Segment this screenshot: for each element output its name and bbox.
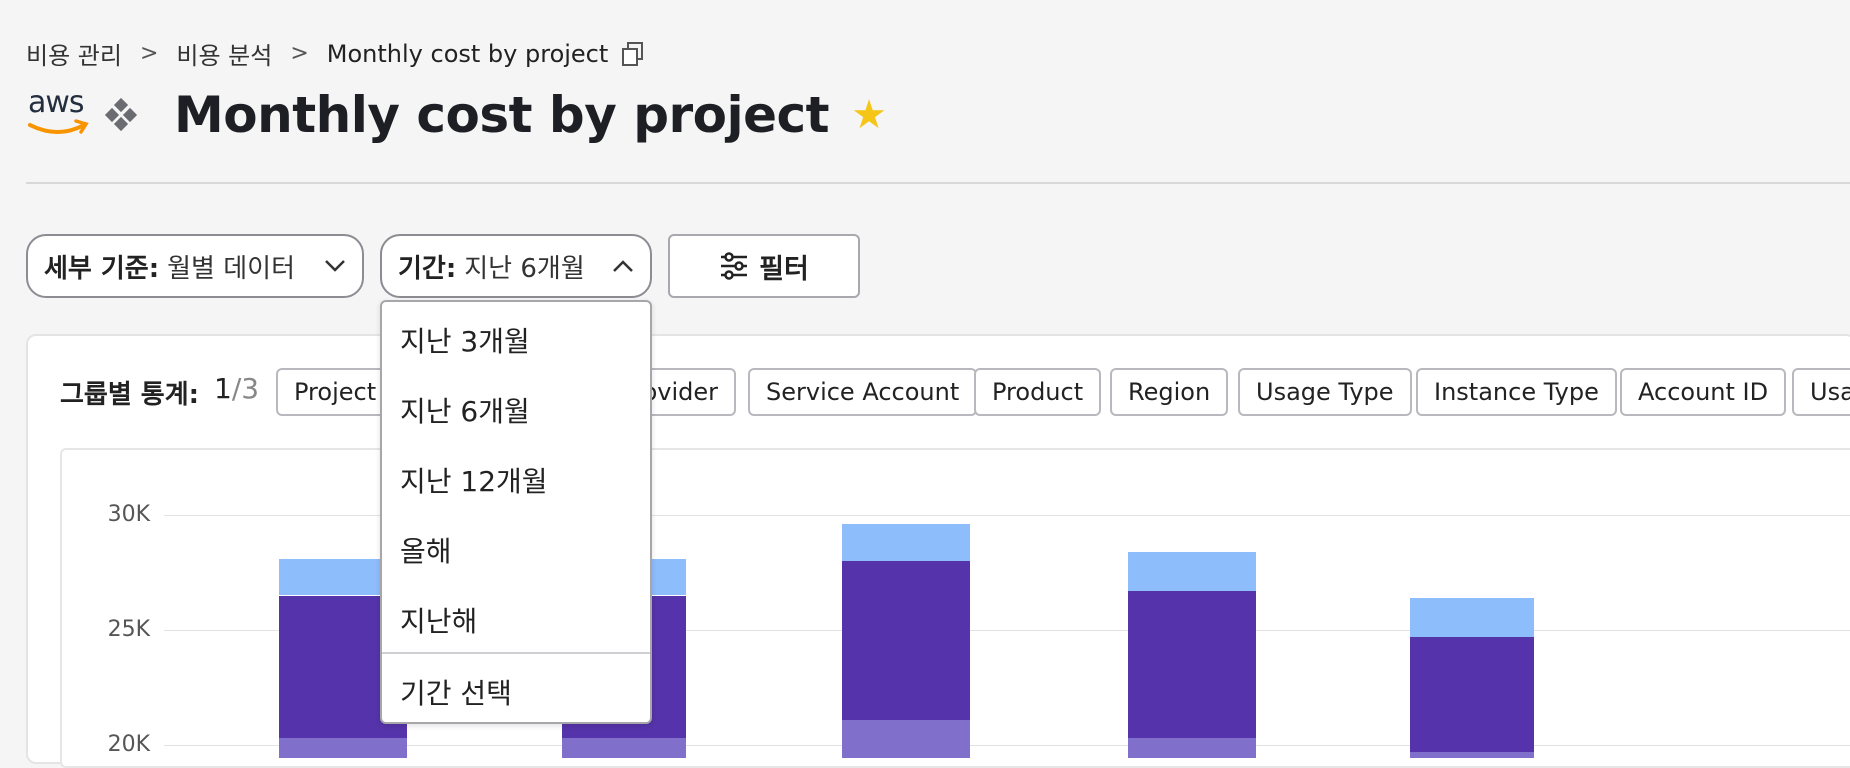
bar-segment[interactable]	[842, 524, 970, 561]
period-option-last-year[interactable]: 지난해	[400, 600, 477, 640]
header-divider	[26, 182, 1850, 184]
bar-segment[interactable]	[1128, 551, 1256, 591]
filter-button[interactable]: 필터	[668, 234, 860, 298]
bar-segment[interactable]	[1410, 597, 1534, 637]
group-chip-service-account[interactable]: Service Account	[748, 368, 978, 416]
group-stats-label: 그룹별 통계:	[60, 380, 200, 410]
group-chip-product[interactable]: Product	[974, 368, 1102, 416]
period-option-this-year[interactable]: 올해	[400, 530, 452, 570]
chevron-up-icon	[612, 254, 634, 278]
period-option-custom[interactable]: 기간 선택	[400, 672, 512, 712]
group-chip-account-id[interactable]: Account ID	[1620, 368, 1787, 416]
breadcrumb: 비용 관리 > 비용 분석 > Monthly cost by project	[26, 36, 646, 71]
chevron-down-icon	[324, 254, 346, 278]
period-option-6-months[interactable]: 지난 6개월	[400, 390, 530, 430]
breadcrumb-item-cost-analysis[interactable]: 비용 분석	[176, 36, 272, 71]
period-dropdown-menu: 지난 3개월 지난 6개월 지난 12개월 올해 지난해 기간 선택	[380, 300, 652, 724]
bar-segment[interactable]	[1128, 590, 1256, 739]
y-tick-label: 20K	[107, 732, 150, 757]
bar-segment[interactable]	[562, 738, 686, 758]
group-chip-region[interactable]: Region	[1110, 368, 1229, 416]
group-stats-total: /3	[231, 372, 260, 405]
title-row: aws Monthly cost by project ★	[26, 82, 887, 148]
page-title: Monthly cost by project	[174, 86, 830, 144]
bar-segment[interactable]	[1410, 751, 1534, 758]
menu-divider	[382, 652, 650, 654]
period-select[interactable]: 기간: 지난 6개월	[380, 234, 652, 298]
gridline	[164, 745, 1850, 746]
breadcrumb-item-cost-management[interactable]: 비용 관리	[26, 36, 122, 71]
period-option-3-months[interactable]: 지난 3개월	[400, 320, 530, 360]
group-chip-usage[interactable]: Usage	[1792, 368, 1850, 416]
bar-segment[interactable]	[279, 738, 407, 758]
breadcrumb-separator: >	[290, 41, 309, 66]
project-diamond-icon	[104, 97, 138, 132]
granularity-value: 월별 데이터	[167, 253, 296, 284]
bar-segment[interactable]	[1410, 636, 1534, 752]
y-tick-label: 25K	[107, 617, 150, 642]
copy-icon[interactable]	[620, 41, 646, 67]
filter-button-label: 필터	[759, 253, 809, 285]
group-chip-project[interactable]: Project	[276, 368, 395, 416]
granularity-label: 세부 기준:	[44, 253, 160, 284]
breadcrumb-current: Monthly cost by project	[326, 39, 609, 68]
bar-segment[interactable]	[1128, 738, 1256, 758]
group-chip-usage-type[interactable]: Usage Type	[1238, 368, 1412, 416]
favorite-star-icon[interactable]: ★	[851, 95, 887, 135]
group-chip-instance-type[interactable]: Instance Type	[1416, 368, 1617, 416]
period-label: 기간:	[398, 253, 457, 284]
bar-segment[interactable]	[842, 561, 970, 720]
aws-logo: aws	[26, 85, 90, 139]
y-tick-label: 30K	[107, 502, 150, 527]
sliders-icon	[719, 251, 749, 281]
period-value: 지난 6개월	[464, 253, 585, 284]
granularity-select[interactable]: 세부 기준: 월별 데이터	[26, 234, 364, 298]
breadcrumb-separator: >	[139, 41, 159, 66]
group-stats-current: 1	[214, 372, 232, 405]
period-option-12-months[interactable]: 지난 12개월	[400, 460, 548, 500]
bar-segment[interactable]	[842, 719, 970, 758]
group-stats-count: 1/3	[214, 372, 259, 405]
